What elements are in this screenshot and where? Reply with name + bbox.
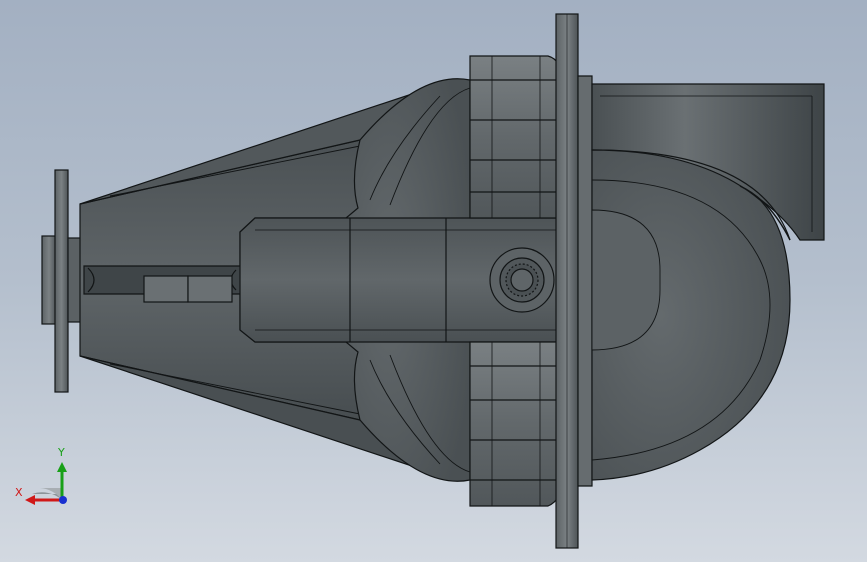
- y-axis-label: Y: [57, 446, 65, 459]
- coordinate-triad: Y X: [15, 446, 67, 505]
- pinion-flange[interactable]: [41, 169, 83, 393]
- lower-rib: [469, 341, 563, 507]
- x-axis-label: X: [15, 486, 23, 499]
- center-housing[interactable]: [239, 55, 563, 507]
- axle-tube-and-cover[interactable]: [591, 83, 825, 481]
- upper-rib: [469, 55, 563, 219]
- main-flange[interactable]: [555, 13, 593, 549]
- z-axis-dot: [59, 496, 67, 504]
- y-axis-arrow: [57, 462, 67, 472]
- axle-housing-model[interactable]: [0, 0, 867, 562]
- x-axis-arrow: [25, 495, 35, 505]
- pinion-bore[interactable]: [489, 247, 555, 313]
- graphics-viewport[interactable]: Y X: [0, 0, 867, 562]
